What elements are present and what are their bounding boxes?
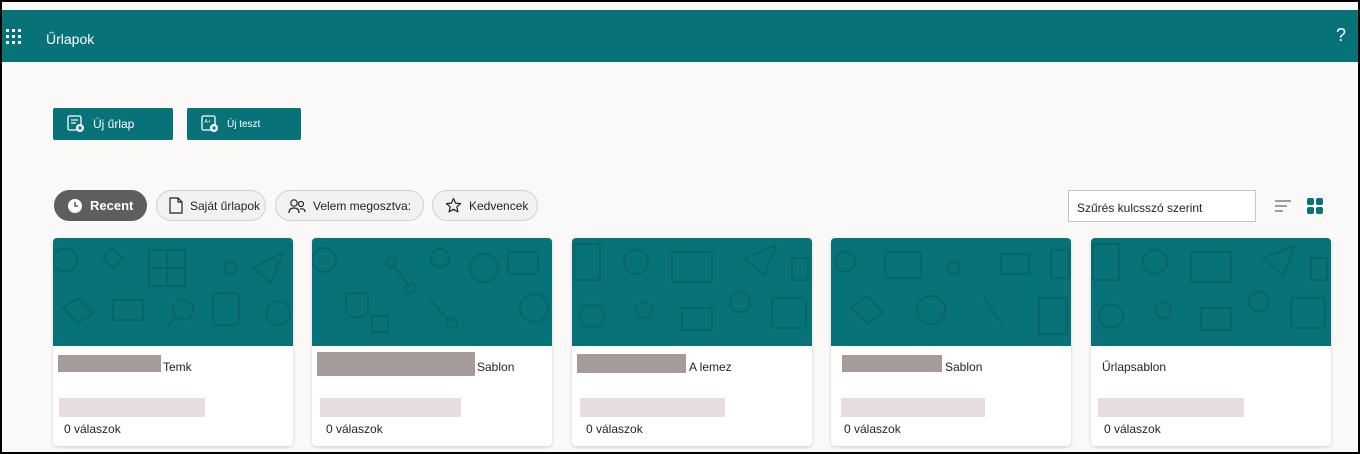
- list-view-icon[interactable]: [1274, 197, 1292, 215]
- card-pattern-icon: [834, 249, 1070, 335]
- new-quiz-icon: A+: [201, 115, 218, 132]
- card-title: Temk: [163, 360, 192, 374]
- document-icon: [169, 197, 183, 214]
- star-icon: [445, 197, 462, 213]
- redacted-subtext: [580, 398, 725, 417]
- new-quiz-button[interactable]: A+ Új teszt: [187, 108, 301, 140]
- redacted-subtext: [59, 398, 205, 417]
- new-form-label: Új űrlap: [93, 117, 135, 131]
- card-responses: 0 válaszok: [326, 422, 383, 436]
- redacted-text: [842, 355, 942, 372]
- redacted-subtext: [841, 398, 985, 417]
- card-title: A lemez: [689, 360, 732, 374]
- filter-recent-label: Recent: [90, 198, 134, 213]
- filter-favorites-label: Kedvencek: [469, 198, 529, 213]
- card-responses: 0 válaszok: [64, 422, 121, 436]
- card-thumbnail: [572, 238, 812, 346]
- card-thumbnail: [831, 238, 1071, 346]
- redacted-text: [58, 355, 161, 372]
- card-responses: 0 válaszok: [586, 422, 643, 436]
- filter-my-forms-label: Saját űrlapok: [190, 198, 261, 213]
- form-card[interactable]: Temk 0 válaszok: [53, 238, 293, 446]
- app-header: Űrlapok ?: [2, 10, 1358, 62]
- redacted-subtext: [320, 398, 461, 417]
- clock-icon: [68, 198, 82, 213]
- search-input[interactable]: Szűrés kulcsszó szerint: [1068, 190, 1256, 222]
- form-card[interactable]: Sablon 0 válaszok: [312, 238, 552, 446]
- card-title: Sablon: [477, 360, 515, 374]
- card-thumbnail: [53, 238, 293, 346]
- form-card[interactable]: Űrlapsablon 0 válaszok: [1091, 238, 1331, 446]
- form-card[interactable]: Sablon 0 válaszok: [831, 238, 1071, 446]
- new-quiz-label: Új teszt: [227, 118, 261, 130]
- card-responses: 0 válaszok: [844, 422, 901, 436]
- card-title: Sablon: [945, 360, 983, 374]
- waffle-icon[interactable]: [6, 29, 22, 45]
- card-thumbnail: [1091, 238, 1331, 346]
- filter-shared[interactable]: Velem megosztva:: [275, 190, 424, 221]
- redacted-subtext: [1098, 398, 1244, 417]
- people-icon: [288, 198, 306, 213]
- form-card[interactable]: A lemez 0 válaszok: [572, 238, 812, 446]
- forms-window: Űrlapok ? Új űrlap A+ Új teszt Recent Sa…: [0, 0, 1360, 454]
- card-pattern-icon: [312, 247, 549, 333]
- card-title: Űrlapsablon: [1102, 360, 1167, 374]
- card-pattern-icon: [53, 246, 291, 331]
- card-pattern-icon: [573, 243, 809, 331]
- grid-view-icon[interactable]: [1306, 197, 1324, 215]
- card-responses: 0 válaszok: [1104, 422, 1161, 436]
- svg-text:A+: A+: [205, 119, 211, 125]
- new-form-button[interactable]: Új űrlap: [53, 108, 173, 140]
- card-pattern-icon: [1092, 243, 1328, 331]
- filter-shared-label: Velem megosztva:: [313, 198, 412, 213]
- redacted-text: [317, 352, 475, 376]
- filter-my-forms[interactable]: Saját űrlapok: [156, 190, 266, 221]
- card-thumbnail: [312, 238, 552, 346]
- filter-recent[interactable]: Recent: [54, 190, 147, 221]
- new-form-icon: [67, 115, 84, 132]
- app-title[interactable]: Űrlapok: [46, 31, 94, 47]
- redacted-text: [577, 354, 686, 373]
- filter-favorites[interactable]: Kedvencek: [432, 190, 538, 221]
- help-icon[interactable]: ?: [1336, 25, 1346, 46]
